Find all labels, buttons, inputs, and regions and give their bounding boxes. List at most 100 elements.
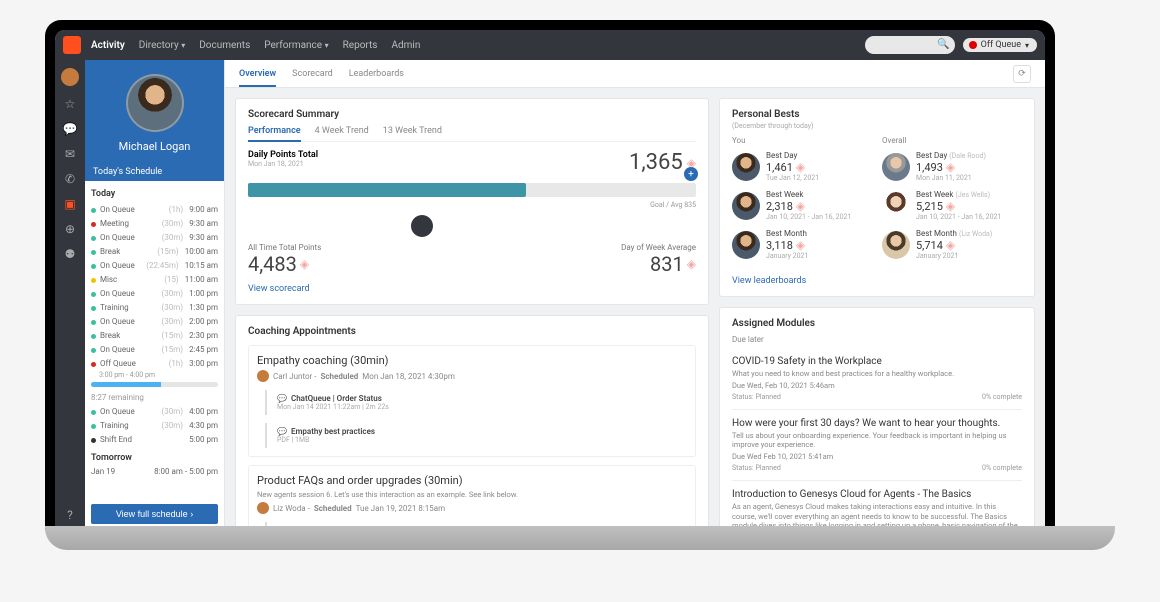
schedule-label: On Queue	[100, 288, 162, 300]
schedule-label: Shift End	[100, 434, 183, 446]
schedule-duration: (30m)	[162, 288, 184, 300]
tab-13week[interactable]: 13 Week Trend	[383, 126, 442, 141]
add-button[interactable]: +	[684, 167, 698, 181]
schedule-label: On Queue	[100, 406, 162, 418]
schedule-duration: (1h)	[169, 358, 183, 370]
avatar	[882, 231, 910, 259]
schedule-duration: (30m)	[162, 232, 184, 244]
view-full-schedule-button[interactable]: View full schedule ›	[91, 504, 218, 524]
nav-reports[interactable]: Reports	[343, 40, 378, 51]
schedule-time: 1:00 pm	[189, 288, 218, 300]
chat-bubble-icon: 💬	[277, 394, 287, 403]
favorites-icon[interactable]: ☆	[63, 97, 77, 111]
schedule-duration: (30m)	[162, 302, 184, 314]
interaction-item: 💬Empathy best practicesPDF | 1MB	[265, 423, 687, 448]
module-status: Status: Planned	[732, 393, 781, 401]
status-dot	[91, 292, 96, 297]
schedule-time: 4:30 pm	[189, 420, 218, 432]
status-dot	[91, 334, 96, 339]
schedule-label: On Queue	[100, 316, 162, 328]
pb-date: January 2021	[916, 252, 992, 260]
coaching-item-title: Product FAQs and order upgrades (30min)	[257, 474, 687, 487]
due-later-label: Due later	[732, 335, 1022, 344]
coaching-item[interactable]: Product FAQs and order upgrades (30min) …	[248, 465, 696, 530]
schedule-label: Meeting	[100, 218, 162, 230]
schedule-row: Break(15m)2:30 pm	[91, 329, 218, 343]
modules-title: Assigned Modules	[732, 318, 1022, 329]
schedule-row: Misc(15)11:00 am	[91, 273, 218, 287]
people-icon[interactable]: ⚉	[63, 247, 77, 261]
tab-performance[interactable]: Performance	[248, 126, 301, 142]
schedule-label: Training	[100, 302, 162, 314]
avatar	[732, 192, 760, 220]
module-item[interactable]: COVID-19 Safety in the Workplace What yo…	[732, 348, 1022, 410]
chat-icon[interactable]: 💬	[63, 122, 77, 136]
pb-overall-header: Overall	[882, 136, 1022, 145]
user-avatar-icon[interactable]	[61, 68, 79, 86]
chat-bubble-icon: 💬	[277, 427, 287, 436]
tomorrow-label: Tomorrow	[91, 453, 218, 463]
schedule-row: On Queue(30m) 1:00 pm	[91, 287, 218, 301]
nav-admin[interactable]: Admin	[391, 40, 420, 51]
globe-icon[interactable]: ⊕	[63, 222, 77, 236]
mail-icon[interactable]: ✉	[63, 147, 77, 161]
schedule-row: Shift End5:00 pm	[91, 433, 218, 447]
pb-row: Best Day (Dale Rood)1,493 ◈Mon Jan 11, 2…	[882, 151, 1022, 182]
current-range: 3:00 pm - 4:00 pm	[91, 371, 218, 379]
tab-overview[interactable]: Overview	[239, 69, 276, 87]
status-dot	[91, 362, 96, 367]
schedule-time: 2:30 pm	[189, 330, 218, 342]
module-item[interactable]: How were your first 30 days? We want to …	[732, 410, 1022, 481]
schedule-label: On Queue	[100, 204, 169, 216]
gem-icon: ◈	[687, 257, 696, 271]
schedule-time: 2:45 pm	[189, 344, 218, 356]
view-scorecard-link[interactable]: View scorecard	[248, 284, 310, 294]
schedule-row: On Queue(30m)9:30 am	[91, 231, 218, 245]
interaction-meta: PDF | 1MB	[277, 436, 687, 444]
refresh-button[interactable]: ⟳	[1013, 65, 1031, 83]
module-status: Status: Planned	[732, 464, 781, 472]
goal-avg-label: Goal / Avg 835	[248, 201, 696, 209]
nav-performance[interactable]: Performance ▾	[264, 40, 328, 51]
status-dot	[91, 424, 96, 429]
inbox-icon[interactable]: ▣	[63, 197, 77, 211]
sub-tabs: Overview Scorecard Leaderboards ⟳	[225, 60, 1045, 88]
pb-date: Jan 10, 2021 - Jan 16, 2021	[766, 213, 851, 221]
coaching-item[interactable]: Empathy coaching (30min) Carl Juntor - S…	[248, 345, 696, 457]
pb-row: Best Week2,318 ◈Jan 10, 2021 - Jan 16, 2…	[732, 190, 872, 221]
slider-handle[interactable]	[411, 215, 433, 237]
tab-leaderboards[interactable]: Leaderboards	[349, 69, 404, 79]
pb-value: 5,215 ◈	[916, 199, 1001, 213]
phone-icon[interactable]: ✆	[63, 172, 77, 186]
nav-documents[interactable]: Documents	[199, 40, 250, 51]
pb-metric: Best Month (Liz Woda)	[916, 229, 992, 238]
coach-avatar	[257, 370, 269, 382]
coaching-title: Coaching Appointments	[248, 326, 696, 337]
coaching-item-title: Empathy coaching (30min)	[257, 354, 687, 367]
nav-activity[interactable]: Activity	[91, 40, 125, 51]
tab-scorecard[interactable]: Scorecard	[292, 69, 333, 79]
pb-title: Personal Bests	[732, 109, 1022, 120]
help-icon[interactable]: ?	[63, 508, 77, 522]
nav-directory[interactable]: Directory ▾	[139, 40, 185, 51]
schedule-row: Meeting(30m)9:30 am	[91, 217, 218, 231]
schedule-row: Off Queue(1h)3:00 pm	[91, 357, 218, 371]
schedule-label: On Queue	[100, 260, 146, 272]
view-leaderboards-link[interactable]: View leaderboards	[732, 276, 806, 286]
status-dot	[91, 278, 96, 283]
tab-4week[interactable]: 4 Week Trend	[315, 126, 369, 141]
pb-value: 3,118 ◈	[766, 238, 808, 252]
dow-value: 831◈	[621, 252, 696, 276]
schedule-duration: (30m)	[162, 218, 184, 230]
pb-value: 5,714 ◈	[916, 238, 992, 252]
avatar	[732, 231, 760, 259]
module-item[interactable]: Introduction to Genesys Cloud for Agents…	[732, 481, 1022, 530]
search-input[interactable]: 🔍	[865, 36, 955, 54]
tomorrow-time: 8:00 am - 5:00 pm	[154, 467, 218, 476]
atp-value: 4,483◈	[248, 252, 321, 276]
presence-toggle[interactable]: Off Queue ▾	[963, 38, 1037, 52]
gem-icon: ◈	[300, 257, 309, 271]
schedule-row: Training(30m)4:30 pm	[91, 419, 218, 433]
schedule-row: On Queue(30m)4:00 pm	[91, 405, 218, 419]
schedule-time: 9:00 am	[189, 204, 218, 216]
